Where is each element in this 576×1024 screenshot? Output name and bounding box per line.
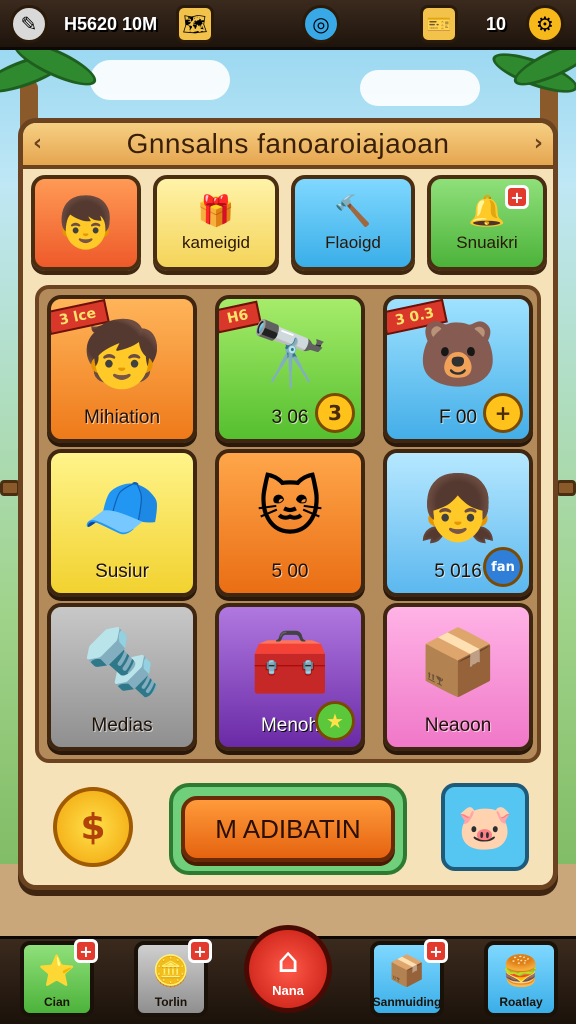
plus-badge: + xyxy=(188,939,212,963)
card-label: Medias xyxy=(91,715,153,736)
globe-button[interactable]: ◎ xyxy=(302,5,340,43)
action-row: $ M ADIBATIN 🐷 xyxy=(23,773,553,883)
tab-label: kameigid xyxy=(181,233,251,252)
item-grid: 3 lce 🧒 Mihiation H6 🔭 3 06 3 3 0.3 🐻 F … xyxy=(35,285,541,763)
telescope-icon: 🔭 xyxy=(250,318,330,392)
coin-icon: 🪙 xyxy=(152,954,190,989)
tab-label: Flaoigd xyxy=(325,233,381,252)
item-card[interactable]: 🧢 Susiur xyxy=(47,449,197,597)
girl-icon: 👧 xyxy=(418,472,498,546)
home-icon: ⌂ xyxy=(277,940,299,981)
nav-item-home[interactable]: ⌂ Nana xyxy=(244,925,332,1013)
sun-coin-button[interactable]: $ xyxy=(53,787,133,867)
fan-badge: fan xyxy=(483,547,523,587)
card-label: 5 00 xyxy=(271,561,309,582)
cannon-icon: 🔩 xyxy=(82,626,162,700)
tab-gifts[interactable]: 🎁 kameigid xyxy=(153,175,279,271)
yellow-cat-icon: 🐱 xyxy=(256,471,324,545)
currency-text: H5620 10M xyxy=(64,13,158,34)
plus-badge: + xyxy=(424,939,448,963)
tab-character[interactable]: 👦 xyxy=(31,175,141,271)
card-label: Neaoon xyxy=(424,715,492,736)
item-card[interactable]: 🧰 Menoh ★ xyxy=(215,603,365,751)
nav-label: Roatlay xyxy=(499,995,543,1009)
globe-icon: ◎ xyxy=(302,5,340,43)
coin-badge: 3 xyxy=(315,393,355,433)
tab-alerts[interactable]: 🔔 Snuaikri + xyxy=(427,175,547,271)
box-icon: 📦 xyxy=(418,626,498,700)
plus-badge: + xyxy=(74,939,98,963)
card-label: Mihiation xyxy=(83,407,161,428)
nav-label: Cian xyxy=(43,995,70,1009)
nav-item-building[interactable]: 📦 Sanmuiding + xyxy=(370,939,448,1017)
nav-item-torlin[interactable]: 🪙 Torlin + xyxy=(134,939,212,1017)
map-button[interactable]: 🗺 xyxy=(176,5,214,43)
top-bar: ✎ H5620 10M 🗺 ◎ 🎫 10 ⚙ xyxy=(0,0,576,50)
bell-icon: 🔔 xyxy=(468,194,506,229)
item-card[interactable]: 3 0.3 🐻 F 00 + xyxy=(383,295,533,443)
item-card[interactable]: 🐱 5 00 xyxy=(215,449,365,597)
main-button-frame: M ADIBATIN xyxy=(169,783,407,875)
edit-button[interactable]: ✎ xyxy=(10,5,48,43)
plus-badge: + xyxy=(505,185,529,209)
item-card[interactable]: H6 🔭 3 06 3 xyxy=(215,295,365,443)
sky-cloud xyxy=(90,60,230,100)
fence-left xyxy=(0,480,20,496)
tab-label: Snuaikri xyxy=(456,233,518,252)
tab-tools[interactable]: 🔨 Flaoigd xyxy=(291,175,415,271)
fence-right xyxy=(556,480,576,496)
ticket-count-text: 10 xyxy=(486,13,507,34)
panel-title: Gnnsalns fanoaroiajaoan xyxy=(126,128,450,159)
crate-icon: 📦 xyxy=(388,954,426,989)
settings-button[interactable]: ⚙ xyxy=(526,5,564,43)
ticket-count: 10 xyxy=(486,6,506,42)
star-icon: ⭐ xyxy=(38,954,76,989)
sun-symbol: $ xyxy=(80,806,106,848)
item-card[interactable]: 3 lce 🧒 Mihiation xyxy=(47,295,197,443)
plus-badge: + xyxy=(483,393,523,433)
main-action-button[interactable]: M ADIBATIN xyxy=(181,796,395,862)
chevron-left-icon[interactable]: ‹ xyxy=(33,131,42,156)
pig-icon: 🐷 xyxy=(457,802,513,853)
currency-display: H5620 10M xyxy=(64,6,157,42)
map-icon: 🗺 xyxy=(176,5,214,43)
panel-header: ‹ Gnnsalns fanoaroiajaoan › xyxy=(23,123,553,169)
character-icon: 👦 xyxy=(54,194,118,252)
chevron-right-icon[interactable]: › xyxy=(534,131,543,156)
star-badge: ★ xyxy=(315,701,355,741)
gift-icon: 🎁 xyxy=(197,194,235,229)
sky-cloud xyxy=(360,70,480,106)
chest-icon: 🧰 xyxy=(250,626,330,700)
gear-icon: ⚙ xyxy=(526,5,564,43)
nav-label: Sanmuiding xyxy=(372,995,442,1009)
ticket-icon: 🎫 xyxy=(420,5,458,43)
blue-bear-icon: 🐻 xyxy=(418,318,498,392)
card-label: Susiur xyxy=(95,561,149,582)
ticket-button[interactable]: 🎫 xyxy=(420,5,458,43)
item-card[interactable]: 📦 Neaoon xyxy=(383,603,533,751)
item-card[interactable]: 👧 5 016 fan xyxy=(383,449,533,597)
nav-item-roatlay[interactable]: 🍔 Roatlay xyxy=(484,941,558,1017)
burger-icon: 🍔 xyxy=(502,954,540,989)
main-panel: ‹ Gnnsalns fanoaroiajaoan › 👦 🎁 kameigid… xyxy=(18,118,558,890)
item-card[interactable]: 🔩 Medias xyxy=(47,603,197,751)
cap-boy-icon: 🧢 xyxy=(82,472,162,546)
pet-button[interactable]: 🐷 xyxy=(441,783,529,871)
nav-label: Torlin xyxy=(154,995,188,1009)
nav-item-cian[interactable]: ⭐ Cian + xyxy=(20,939,98,1017)
hammer-icon: 🔨 xyxy=(334,194,372,229)
bottom-nav: ⭐ Cian + 🪙 Torlin + ⌂ Nana 📦 Sanmuiding … xyxy=(0,925,576,1024)
nav-label: Nana xyxy=(272,982,304,998)
pencil-icon: ✎ xyxy=(10,5,48,43)
boy-icon: 🧒 xyxy=(82,318,162,392)
